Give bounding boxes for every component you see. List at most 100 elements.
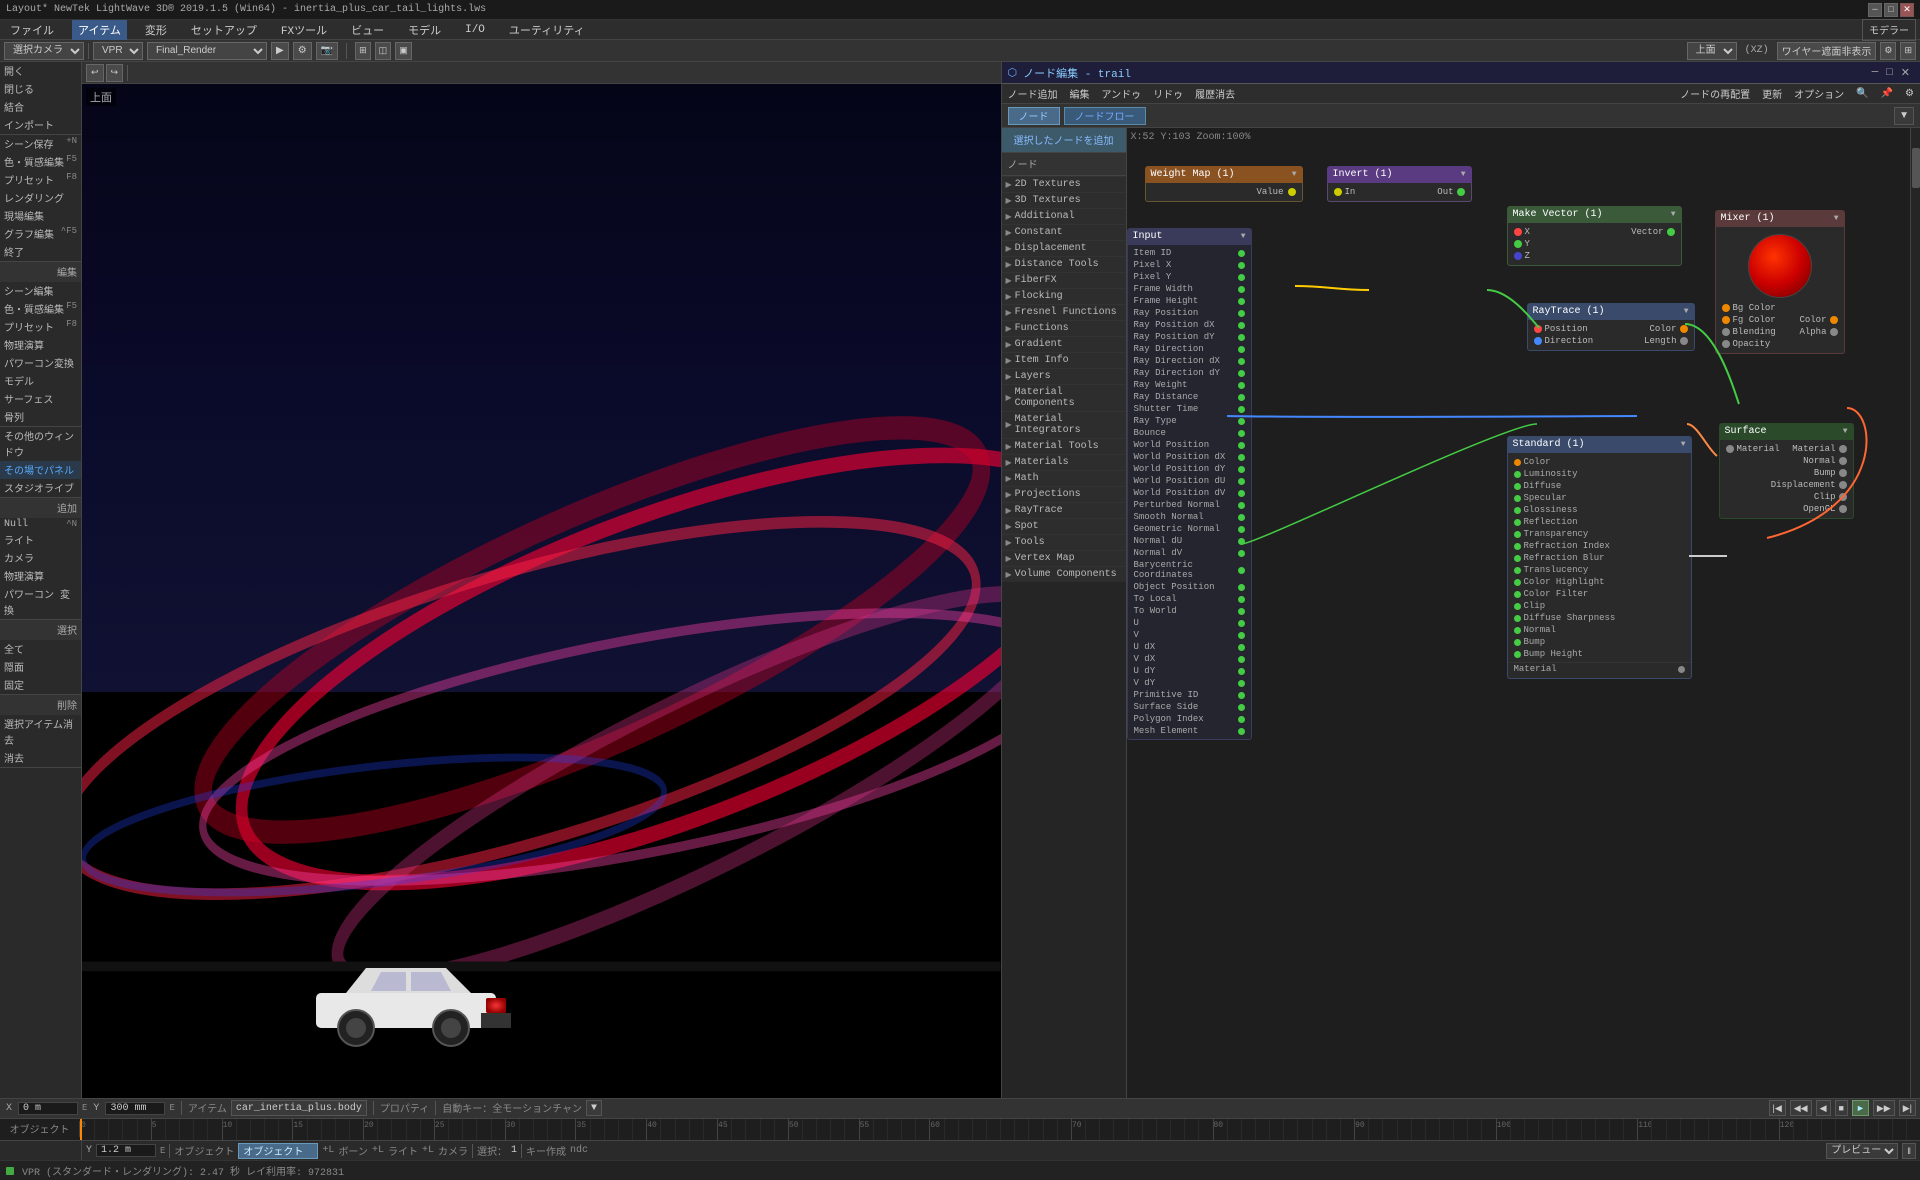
- sidebar-graph[interactable]: グラフ編集 ^F5: [0, 225, 81, 243]
- timeline-mark-118[interactable]: [1750, 1119, 1764, 1140]
- timeline-mark-43[interactable]: [689, 1119, 703, 1140]
- timeline-mark-113[interactable]: [1680, 1119, 1694, 1140]
- node-category-displacement[interactable]: ▶Displacement: [1002, 240, 1126, 256]
- timeline-mark-22[interactable]: [391, 1119, 405, 1140]
- mixer-menu-icon[interactable]: ▼: [1834, 214, 1839, 223]
- invert-node[interactable]: Invert (1) ▼ In Out: [1327, 166, 1472, 202]
- node-category-constant[interactable]: ▶Constant: [1002, 224, 1126, 240]
- timeline-mark-53[interactable]: [830, 1119, 844, 1140]
- viewport[interactable]: 上面: [82, 84, 1001, 1098]
- timeline-mark-80[interactable]: 80: [1213, 1119, 1227, 1140]
- timeline-mark-38[interactable]: [618, 1119, 632, 1140]
- timeline-mark-50[interactable]: 50: [788, 1119, 802, 1140]
- object-select[interactable]: オブジェクト: [238, 1143, 318, 1159]
- timeline-mark-82[interactable]: [1241, 1119, 1255, 1140]
- timeline-mark-105[interactable]: [1566, 1119, 1580, 1140]
- timeline-mark-69[interactable]: [1057, 1119, 1071, 1140]
- timeline-mark-63[interactable]: [972, 1119, 986, 1140]
- node-category-math[interactable]: ▶Math: [1002, 470, 1126, 486]
- timeline-mark-104[interactable]: [1552, 1119, 1566, 1140]
- node-tab-btn[interactable]: ノード: [1008, 107, 1060, 125]
- timeline-mark-46[interactable]: [731, 1119, 745, 1140]
- delete-btn[interactable]: 消去: [0, 749, 81, 767]
- render-select[interactable]: Final_Render: [147, 42, 267, 60]
- timeline-mark-51[interactable]: [802, 1119, 816, 1140]
- vp-redo[interactable]: ↪: [106, 64, 124, 82]
- timeline-mark-79[interactable]: [1198, 1119, 1212, 1140]
- timeline-mark-9[interactable]: [207, 1119, 221, 1140]
- timeline-mark-89[interactable]: [1340, 1119, 1354, 1140]
- delete-selected-btn[interactable]: 選択アイテム消去: [0, 715, 81, 749]
- timeline-mark-121[interactable]: [1793, 1119, 1807, 1140]
- ne-menu-redo[interactable]: リドゥ: [1153, 86, 1183, 102]
- sidebar-object[interactable]: 物理演算: [0, 336, 81, 354]
- timeline-mark-119[interactable]: [1765, 1119, 1779, 1140]
- timeline-mark-23[interactable]: [406, 1119, 420, 1140]
- io-menu[interactable]: I/O: [459, 22, 491, 38]
- timeline-mark-112[interactable]: [1666, 1119, 1680, 1140]
- timeline-mark-124[interactable]: [1835, 1119, 1849, 1140]
- node-category-spot[interactable]: ▶Spot: [1002, 518, 1126, 534]
- timeline-mark-3[interactable]: [122, 1119, 136, 1140]
- timeline-mark-86[interactable]: [1297, 1119, 1311, 1140]
- timeline-mark-62[interactable]: [958, 1119, 972, 1140]
- pause-btn[interactable]: ‖: [1902, 1143, 1916, 1159]
- sidebar-import[interactable]: インポート: [0, 116, 81, 134]
- timeline-mark-129[interactable]: [1906, 1119, 1920, 1140]
- surface-node[interactable]: Surface ▼ Material Material: [1719, 423, 1854, 519]
- timeline-mark-73[interactable]: [1113, 1119, 1127, 1140]
- item-menu[interactable]: アイテム: [72, 20, 127, 40]
- ne-minimize-btn[interactable]: ─: [1868, 67, 1883, 79]
- timeline-mark-122[interactable]: [1807, 1119, 1821, 1140]
- timeline-mark-125[interactable]: [1850, 1119, 1864, 1140]
- timeline-mark-47[interactable]: [745, 1119, 759, 1140]
- timeline-mark-49[interactable]: [774, 1119, 788, 1140]
- item-select[interactable]: car_inertia_plus.body: [231, 1100, 367, 1116]
- add-node-btn[interactable]: 選択したノードを追加: [1002, 128, 1126, 153]
- timeline-mark-44[interactable]: [703, 1119, 717, 1140]
- timeline-mark-52[interactable]: [816, 1119, 830, 1140]
- timeline-mark-75[interactable]: [1142, 1119, 1156, 1140]
- node-category-distance-tools[interactable]: ▶Distance Tools: [1002, 256, 1126, 272]
- sidebar-powercon[interactable]: パワーコン変換: [0, 354, 81, 372]
- node-category-materials[interactable]: ▶Materials: [1002, 454, 1126, 470]
- render-start-btn[interactable]: ▶: [271, 42, 289, 60]
- ne-maximize-btn[interactable]: □: [1882, 67, 1897, 79]
- weight-map-menu-icon[interactable]: ▼: [1292, 170, 1297, 179]
- timeline-mark-20[interactable]: 20: [363, 1119, 377, 1140]
- timeline-mark-13[interactable]: [264, 1119, 278, 1140]
- timeline-mark-68[interactable]: [1043, 1119, 1057, 1140]
- utility-menu[interactable]: ユーティリティ: [503, 20, 591, 40]
- add-null-btn[interactable]: Null^N: [0, 518, 81, 531]
- node-category-additional[interactable]: ▶Additional: [1002, 208, 1126, 224]
- timeline-mark-58[interactable]: [901, 1119, 915, 1140]
- fx-menu[interactable]: FXツール: [275, 20, 333, 40]
- view-btn1[interactable]: ⊞: [355, 42, 371, 60]
- node-category-projections[interactable]: ▶Projections: [1002, 486, 1126, 502]
- ne-expand-btn[interactable]: ▼: [1894, 107, 1914, 125]
- timeline-mark-5[interactable]: 5: [151, 1119, 165, 1140]
- timeline-mark-26[interactable]: [448, 1119, 462, 1140]
- node-canvas[interactable]: X:52 Y:103 Zoom:100%: [1127, 128, 1920, 1098]
- timeline-mark-16[interactable]: [307, 1119, 321, 1140]
- timeline-mark-66[interactable]: [1014, 1119, 1028, 1140]
- view-btn2[interactable]: ◫: [375, 42, 392, 60]
- timeline-mark-34[interactable]: [561, 1119, 575, 1140]
- timeline-mark-116[interactable]: [1722, 1119, 1736, 1140]
- ne-close-btn[interactable]: ✕: [1897, 66, 1914, 80]
- timeline-mark-70[interactable]: 70: [1071, 1119, 1085, 1140]
- model-menu[interactable]: モデル: [402, 20, 447, 40]
- sidebar-surface[interactable]: サーフェス: [0, 390, 81, 408]
- view-btn3[interactable]: ▣: [395, 42, 412, 60]
- sidebar-preset[interactable]: プリセット F8: [0, 171, 81, 189]
- timeline-mark-17[interactable]: [321, 1119, 335, 1140]
- timeline-mark-96[interactable]: [1439, 1119, 1453, 1140]
- node-category-material-tools[interactable]: ▶Material Tools: [1002, 438, 1126, 454]
- timeline-mark-41[interactable]: [660, 1119, 674, 1140]
- camera-select[interactable]: 選択カメラ: [4, 42, 84, 60]
- node-category-fiberfx[interactable]: ▶FiberFX: [1002, 272, 1126, 288]
- ne-menu-add[interactable]: ノード追加: [1008, 86, 1058, 102]
- timeline-mark-120[interactable]: 120: [1779, 1119, 1793, 1140]
- sidebar-save-scene[interactable]: シーン保存 +N: [0, 135, 81, 153]
- ne-menu-options[interactable]: オプション: [1794, 86, 1844, 102]
